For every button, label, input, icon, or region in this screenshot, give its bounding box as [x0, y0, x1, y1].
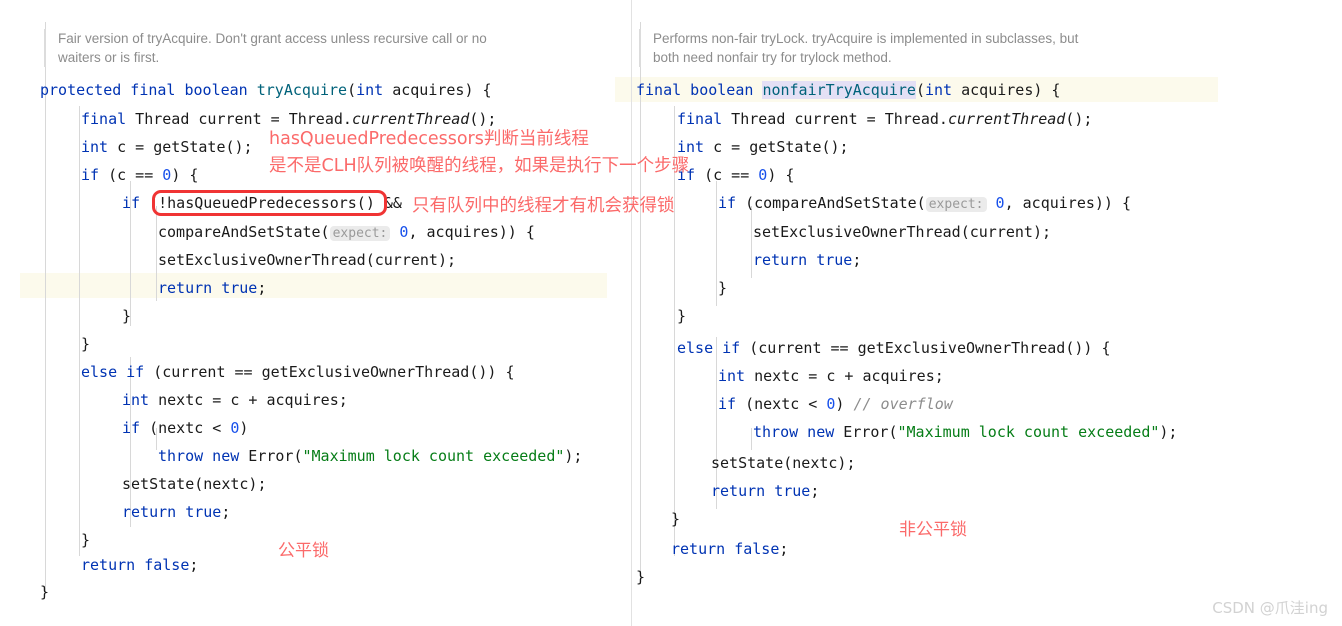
code-line[interactable]: } [81, 528, 90, 553]
code-line[interactable]: throw new Error("Maximum lock count exce… [158, 444, 582, 469]
annotation-note-1-line-2: 是不是CLH队列被唤醒的线程，如果是执行下一个步骤 [269, 156, 690, 176]
indent-guide [79, 106, 80, 556]
code-line[interactable]: if (compareAndSetState(expect: 0, acquir… [718, 191, 1131, 217]
right-code-panel: Performs non-fair tryLock. tryAcquire is… [615, 0, 1342, 626]
code-line[interactable]: return true; [122, 500, 230, 525]
code-line[interactable]: return true; [711, 479, 819, 504]
code-line[interactable]: setState(nextc); [711, 451, 856, 476]
code-line[interactable]: return false; [81, 553, 198, 578]
fair-lock-label: 公平锁 [278, 541, 329, 561]
code-line[interactable]: if (c == 0) { [81, 163, 198, 188]
caret-identifier[interactable]: nonfairTryAcquire [762, 81, 916, 99]
code-line[interactable]: throw new Error("Maximum lock count exce… [753, 420, 1177, 445]
left-code-panel: Fair version of tryAcquire. Don't grant … [0, 0, 631, 626]
indent-guide [156, 206, 157, 301]
annotation-note-1-line-1: hasQueuedPredecessors判断当前线程 [269, 129, 589, 149]
code-line[interactable]: int nextc = c + acquires; [122, 388, 348, 413]
code-line[interactable]: int c = getState(); [677, 135, 849, 160]
code-line[interactable]: } [718, 276, 727, 301]
right-doc-comment-line1: Performs non-fair tryLock. tryAcquire is… [653, 31, 1079, 46]
screenshot-root: Fair version of tryAcquire. Don't grant … [0, 0, 1342, 626]
code-line[interactable]: protected final boolean tryAcquire(int a… [40, 78, 492, 103]
right-code-block[interactable]: final boolean nonfairTryAcquire(int acqu… [631, 0, 1177, 586]
panel-divider [631, 0, 632, 626]
watermark: CSDN @爪洼ing [1212, 599, 1328, 617]
code-line[interactable]: setState(nextc); [122, 472, 267, 497]
code-line[interactable]: setExclusiveOwnerThread(current); [753, 220, 1051, 245]
code-line[interactable]: } [81, 332, 90, 357]
code-line[interactable]: return false; [671, 537, 788, 562]
left-doc-comment: Fair version of tryAcquire. Don't grant … [44, 29, 487, 67]
code-line[interactable]: int c = getState(); [81, 135, 253, 160]
code-line[interactable]: } [636, 565, 645, 590]
code-line[interactable]: if (c == 0) { [677, 163, 794, 188]
code-line[interactable]: final Thread current = Thread.currentThr… [677, 107, 1092, 132]
code-line[interactable]: else if (current == getExclusiveOwnerThr… [677, 336, 1110, 361]
right-doc-comment: Performs non-fair tryLock. tryAcquire is… [639, 29, 1078, 67]
right-doc-comment-line2: both need nonfair try for trylock method… [653, 50, 892, 65]
code-line[interactable]: return true; [158, 276, 266, 301]
param-hint: expect: [925, 197, 987, 212]
code-line[interactable]: return true; [753, 248, 861, 273]
annotation-note-2: 只有队列中的线程才有机会获得锁 [412, 196, 675, 216]
left-code-block[interactable]: protected final boolean tryAcquire(int a… [0, 0, 582, 601]
code-line[interactable]: compareAndSetState(expect: 0, acquires))… [158, 220, 535, 246]
param-hint: expect: [329, 226, 391, 241]
code-line-signature[interactable]: final boolean nonfairTryAcquire(int acqu… [636, 78, 1060, 103]
code-line[interactable]: } [40, 580, 49, 605]
code-line[interactable]: setExclusiveOwnerThread(current); [158, 248, 456, 273]
nonfair-lock-label: 非公平锁 [899, 520, 967, 540]
left-caret-row-highlight [20, 273, 607, 298]
code-line[interactable]: } [677, 304, 686, 329]
left-doc-comment-line1: Fair version of tryAcquire. Don't grant … [58, 31, 487, 46]
code-line[interactable]: int nextc = c + acquires; [718, 364, 944, 389]
code-line[interactable]: if (nextc < 0) // overflow [718, 392, 953, 417]
inline-comment: // overflow [853, 395, 953, 413]
code-line[interactable]: else if (current == getExclusiveOwnerThr… [81, 360, 514, 385]
code-line[interactable]: } [671, 507, 680, 532]
indent-guide [716, 181, 717, 306]
left-doc-comment-line2: waiters or is first. [58, 50, 160, 65]
code-line[interactable]: if (nextc < 0) [122, 416, 248, 441]
code-line[interactable]: } [122, 304, 131, 329]
indent-guide [751, 428, 752, 450]
code-line[interactable]: if (!hasQueuedPredecessors() && [122, 191, 402, 216]
